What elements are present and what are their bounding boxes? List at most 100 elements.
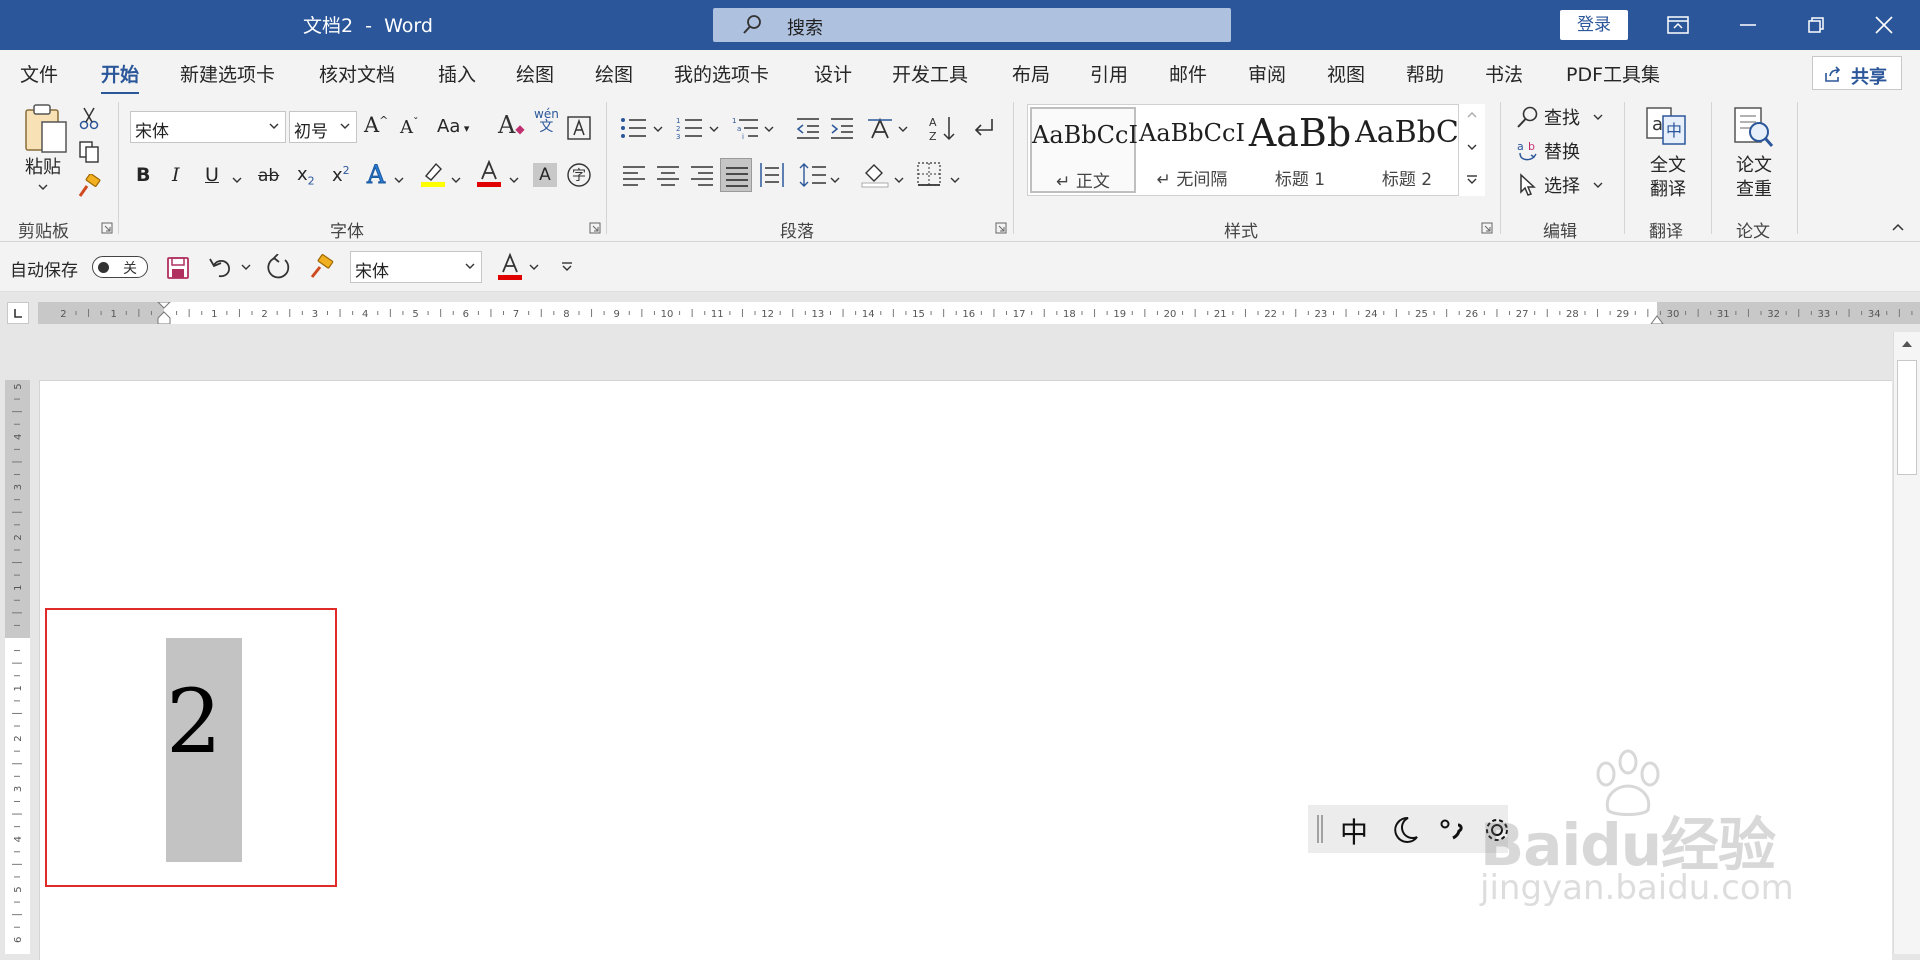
increase-indent-icon[interactable] <box>829 116 855 140</box>
tab-home[interactable]: 开始 <box>101 60 140 95</box>
login-button[interactable]: 登录 <box>1560 10 1628 40</box>
minimize-icon[interactable] <box>1736 13 1760 37</box>
paragraph-launcher-icon[interactable] <box>995 222 1007 234</box>
font-name-combo[interactable]: 宋体 <box>130 111 286 143</box>
borders-dropdown-icon[interactable] <box>949 175 961 185</box>
scroll-thumb[interactable] <box>1897 360 1917 475</box>
tab-draw[interactable]: 绘图 <box>516 60 554 87</box>
multilevel-list-icon[interactable]: 1ai <box>732 116 760 140</box>
collapse-ribbon-icon[interactable] <box>1891 222 1905 232</box>
format-painter-icon[interactable] <box>309 254 335 280</box>
grow-font-icon[interactable]: A^ <box>364 113 388 137</box>
tab-insert[interactable]: 插入 <box>438 60 476 87</box>
restore-icon[interactable] <box>1804 13 1828 37</box>
font-color-dropdown-icon[interactable] <box>508 175 520 185</box>
show-marks-icon[interactable] <box>970 116 998 140</box>
borders-icon[interactable] <box>917 162 941 186</box>
bold-button[interactable]: B <box>136 164 150 186</box>
paste-icon[interactable] <box>22 102 70 154</box>
numbering-icon[interactable]: 123 <box>676 116 704 140</box>
style-heading-2[interactable]: AaBbC 标题 2 <box>1354 107 1460 193</box>
tab-references[interactable]: 引用 <box>1090 60 1128 87</box>
style-no-spacing[interactable]: AaBbCcI ↵ 无间隔 <box>1139 107 1245 193</box>
chevron-up-icon[interactable] <box>1466 110 1478 120</box>
highlight-dropdown-icon[interactable] <box>450 175 462 185</box>
bullets-icon[interactable] <box>620 116 648 140</box>
share-button[interactable]: 共享 <box>1812 56 1902 90</box>
tab-pdf-tools[interactable]: PDF工具集 <box>1566 60 1660 87</box>
horizontal-ruler[interactable]: 2 1 1 2 3 4 5 6 7 8 9 10 11 12 13 14 15 16 17 18 19 20 21 22 23 2… <box>38 302 1920 324</box>
style-normal[interactable]: AaBbCcI ↵ 正文 <box>1030 107 1138 193</box>
superscript-button[interactable]: x2 <box>332 164 350 186</box>
underline-button[interactable]: U <box>205 164 219 186</box>
copy-icon[interactable] <box>78 140 100 164</box>
character-shading-icon[interactable]: A <box>533 163 557 187</box>
customize-qat-icon[interactable] <box>560 260 574 274</box>
undo-icon[interactable] <box>208 254 234 280</box>
font-color-icon[interactable] <box>476 160 502 188</box>
tab-my-tab[interactable]: 我的选项卡 <box>674 60 769 87</box>
paper-check-button[interactable]: 论文 查重 <box>1726 154 1782 202</box>
clipboard-launcher-icon[interactable] <box>101 222 113 234</box>
subscript-button[interactable]: x2 <box>297 164 315 188</box>
numbering-dropdown-icon[interactable] <box>708 124 720 134</box>
asian-layout-icon[interactable] <box>866 114 894 142</box>
qat-font-color-dropdown-icon[interactable] <box>528 262 540 272</box>
tab-layout[interactable]: 布局 <box>1012 60 1050 87</box>
save-icon[interactable] <box>166 256 190 280</box>
ime-punctuation-icon[interactable] <box>1438 817 1468 847</box>
ime-half-width-icon[interactable] <box>1390 815 1420 845</box>
enclose-character-icon[interactable]: 字 <box>566 162 592 188</box>
vertical-ruler[interactable]: 5 4 3 2 1 1 2 3 4 5 6 <box>5 380 30 954</box>
clear-formatting-icon[interactable]: A◆ <box>498 111 525 139</box>
shading-dropdown-icon[interactable] <box>893 175 905 185</box>
paste-button[interactable]: 粘贴 <box>18 156 68 180</box>
text-effects-dropdown-icon[interactable] <box>393 175 405 185</box>
qat-font-color-icon[interactable] <box>496 252 524 282</box>
paper-check-icon[interactable] <box>1731 106 1775 150</box>
tab-mailings[interactable]: 邮件 <box>1169 60 1207 87</box>
align-left-icon[interactable] <box>622 164 646 186</box>
search-box[interactable]: 搜索 <box>713 8 1231 42</box>
tab-selector[interactable] <box>7 302 29 324</box>
character-border-icon[interactable] <box>567 116 591 140</box>
decrease-indent-icon[interactable] <box>795 116 821 140</box>
underline-dropdown-icon[interactable] <box>231 175 243 185</box>
shrink-font-icon[interactable]: Aˇ <box>400 116 419 138</box>
ime-mode-toggle[interactable]: 中 <box>1340 811 1368 851</box>
bullets-dropdown-icon[interactable] <box>652 124 664 134</box>
change-case-button[interactable]: Aa ▾ <box>437 116 469 137</box>
format-painter-icon[interactable] <box>77 174 101 198</box>
shading-icon[interactable] <box>861 160 889 188</box>
tab-review[interactable]: 审阅 <box>1248 60 1286 87</box>
translate-icon[interactable]: a 中 <box>1645 106 1689 150</box>
strikethrough-button[interactable]: ab <box>258 166 279 186</box>
line-spacing-icon[interactable] <box>799 162 827 188</box>
ime-drag-handle[interactable] <box>1316 815 1324 843</box>
font-launcher-icon[interactable] <box>589 222 601 234</box>
ribbon-display-icon[interactable] <box>1666 13 1690 37</box>
full-text-translate-button[interactable]: 全文 翻译 <box>1640 154 1696 202</box>
cut-icon[interactable] <box>78 106 100 130</box>
justify-button[interactable] <box>720 158 752 192</box>
chevron-down-icon[interactable] <box>1466 142 1478 152</box>
paste-dropdown-icon[interactable] <box>37 182 49 192</box>
distributed-icon[interactable] <box>759 162 785 188</box>
asian-layout-dropdown-icon[interactable] <box>897 124 909 134</box>
tab-design[interactable]: 设计 <box>814 60 852 87</box>
style-heading-1[interactable]: AaBb 标题 1 <box>1247 107 1353 193</box>
align-right-icon[interactable] <box>690 164 714 186</box>
phonetic-guide-icon[interactable]: wén 文 <box>534 108 559 135</box>
sort-icon[interactable]: AZ <box>929 114 957 142</box>
autosave-toggle[interactable]: 关 <box>92 256 148 278</box>
scroll-up-icon[interactable] <box>1900 338 1914 350</box>
qat-font-combo[interactable]: 宋体 <box>350 251 482 283</box>
multilevel-dropdown-icon[interactable] <box>763 124 775 134</box>
tab-developer[interactable]: 开发工具 <box>892 60 968 87</box>
redo-icon[interactable] <box>265 254 293 282</box>
tab-proofread[interactable]: 核对文档 <box>319 60 395 87</box>
highlight-icon[interactable] <box>420 160 446 188</box>
tab-help[interactable]: 帮助 <box>1406 60 1444 87</box>
more-styles-icon[interactable] <box>1466 174 1478 186</box>
line-spacing-dropdown-icon[interactable] <box>829 175 841 185</box>
